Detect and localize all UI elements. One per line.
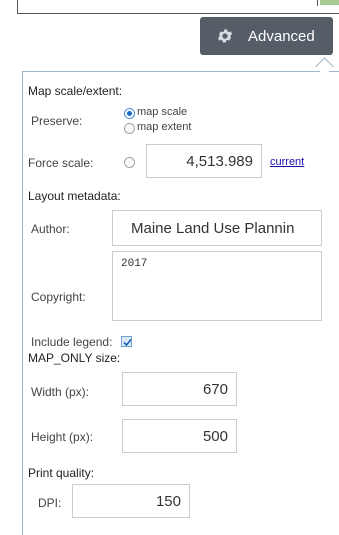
include-legend-label: Include legend:	[31, 335, 113, 349]
map-scale-section-title: Map scale/extent:	[28, 84, 123, 98]
frame-divider	[17, 0, 18, 13]
frame-accent	[320, 0, 339, 5]
preserve-map-scale-label[interactable]: map scale	[137, 106, 187, 118]
preserve-map-extent-label[interactable]: map extent	[137, 121, 191, 133]
width-label: Width (px):	[31, 385, 90, 399]
force-scale-input[interactable]: 4,513.989	[146, 144, 262, 178]
checkmark-icon	[123, 338, 132, 347]
dpi-input[interactable]: 150	[72, 484, 190, 518]
preserve-map-scale-radio[interactable]	[124, 108, 135, 119]
width-input[interactable]: 670	[122, 372, 237, 406]
copyright-textarea[interactable]: 2017	[112, 251, 322, 321]
advanced-button[interactable]: Advanced	[200, 17, 333, 55]
height-input[interactable]: 500	[122, 419, 237, 453]
include-legend-checkbox[interactable]	[121, 336, 132, 347]
copyright-label: Copyright:	[31, 290, 86, 304]
map-only-size-section-title: MAP_ONLY size:	[28, 351, 121, 365]
force-scale-label: Force scale:	[28, 156, 94, 170]
force-scale-radio[interactable]	[124, 157, 135, 168]
layout-metadata-section-title: Layout metadata:	[28, 189, 121, 203]
frame-divider	[17, 13, 339, 14]
advanced-button-label: Advanced	[248, 27, 315, 45]
height-label: Height (px):	[31, 430, 94, 444]
preserve-label: Preserve:	[31, 114, 83, 128]
window-frame-top	[0, 0, 339, 14]
print-quality-section-title: Print quality:	[28, 466, 95, 480]
dpi-label: DPI:	[38, 496, 62, 510]
current-scale-link[interactable]: current	[270, 156, 304, 168]
author-input[interactable]: Maine Land Use Plannin	[112, 210, 322, 246]
frame-divider	[317, 0, 318, 6]
author-label: Author:	[31, 222, 70, 236]
preserve-map-extent-radio[interactable]	[124, 123, 135, 134]
gear-icon	[216, 27, 234, 45]
